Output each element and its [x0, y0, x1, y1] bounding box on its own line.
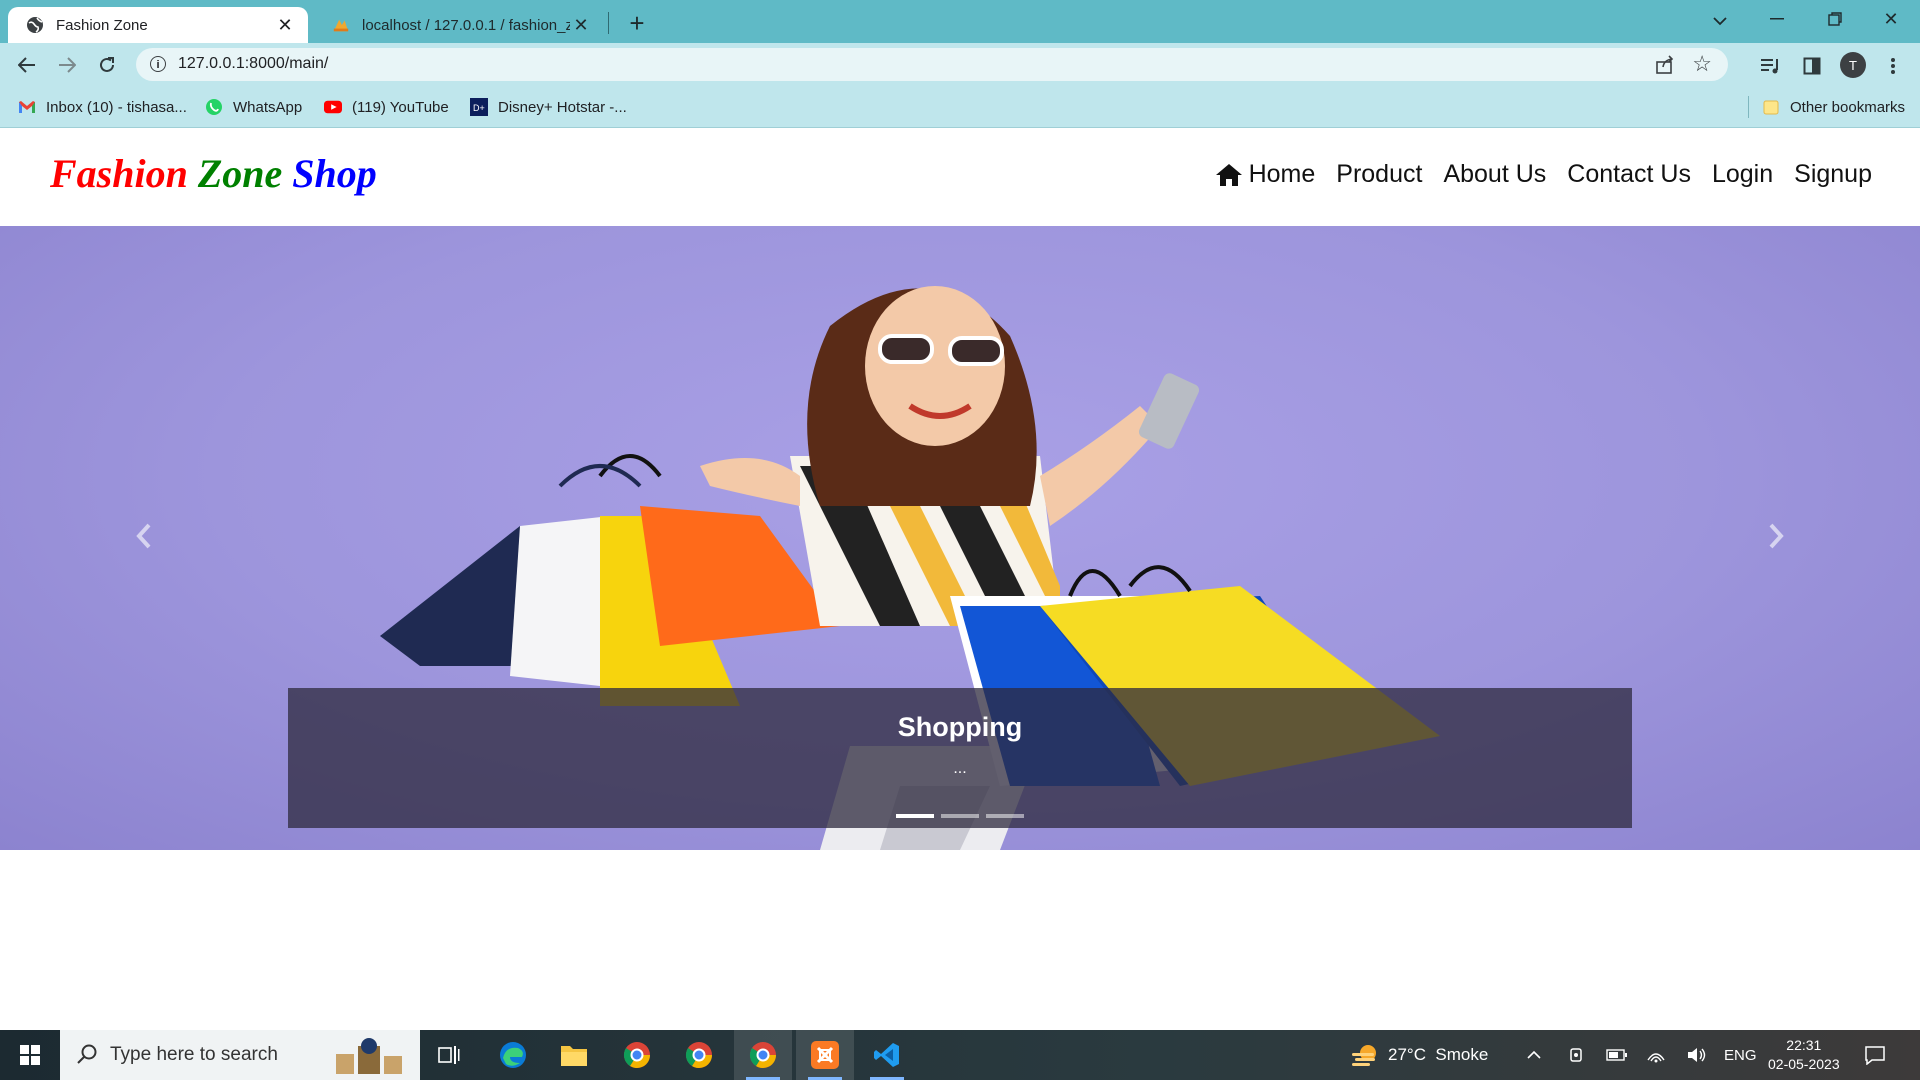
show-hidden-icons-chevron-icon[interactable] — [1526, 1030, 1542, 1080]
carousel-indicator-3[interactable] — [986, 814, 1024, 818]
windows-start-icon[interactable] — [0, 1030, 60, 1080]
address-bar[interactable]: i 127.0.0.1:8000/main/ ☆ — [136, 48, 1728, 81]
browser-tab-bar: Fashion Zone ✕ localhost / 127.0.0.1 / f… — [0, 0, 1920, 43]
weather-widget[interactable]: 27°C Smoke — [1350, 1030, 1488, 1080]
chrome-profile-1-icon[interactable] — [608, 1030, 666, 1080]
bookmark-youtube[interactable]: (119) YouTube — [324, 95, 449, 119]
volume-icon[interactable] — [1686, 1030, 1708, 1080]
caption-text: ... — [953, 760, 967, 777]
battery-icon[interactable] — [1606, 1030, 1628, 1080]
nav-product[interactable]: Product — [1336, 160, 1422, 189]
weather-text: 27°C Smoke — [1388, 1045, 1489, 1064]
restore-icon[interactable] — [1806, 0, 1864, 38]
bookmark-hotstar[interactable]: D+ Disney+ Hotstar -... — [470, 95, 627, 119]
folder-icon — [1762, 98, 1780, 116]
vscode-icon[interactable] — [858, 1030, 916, 1080]
clock-time: 22:31 — [1786, 1037, 1822, 1053]
share-icon[interactable] — [1654, 54, 1676, 76]
caption-title: Shopping — [897, 712, 1023, 742]
site-info-icon[interactable]: i — [150, 56, 166, 72]
minimize-icon[interactable] — [1748, 0, 1806, 38]
forward-arrow-icon[interactable] — [52, 50, 82, 80]
bookmark-whatsapp[interactable]: WhatsApp — [205, 95, 302, 119]
task-view-icon[interactable] — [420, 1030, 478, 1080]
nav-signup[interactable]: Signup — [1794, 160, 1872, 189]
whatsapp-icon — [205, 98, 223, 116]
language-indicator[interactable]: ENG — [1724, 1030, 1757, 1080]
windows-taskbar: Type here to search 27°C Smoke ENG 22:31… — [0, 1030, 1920, 1080]
nav-about-us[interactable]: About Us — [1443, 160, 1546, 189]
bookmark-gmail[interactable]: Inbox (10) - tishasa... — [18, 95, 187, 119]
gmail-icon — [18, 98, 36, 116]
tab-fashion-zone[interactable]: Fashion Zone ✕ — [8, 7, 308, 43]
meet-now-icon[interactable] — [1568, 1030, 1586, 1080]
close-window-icon[interactable]: ✕ — [1862, 0, 1920, 38]
browser-toolbar: i 127.0.0.1:8000/main/ ☆ T — [0, 43, 1920, 86]
weather-smoke-icon — [1350, 1043, 1380, 1067]
youtube-icon — [324, 98, 342, 116]
carousel-prev-chevron-icon[interactable] — [124, 516, 164, 556]
tab-phpmyadmin[interactable]: localhost / 127.0.0.1 / fashion_zo ✕ — [314, 7, 604, 43]
new-tab-button[interactable]: + — [622, 8, 652, 38]
side-panel-icon[interactable] — [1799, 53, 1825, 79]
search-highlight-icon — [328, 1036, 408, 1081]
url-text: 127.0.0.1:8000/main/ — [178, 55, 329, 72]
tab-title: localhost / 127.0.0.1 / fashion_zo — [362, 16, 570, 34]
home-icon — [1215, 163, 1243, 187]
main-nav: Home Product About Us Contact Us Login S… — [1194, 160, 1872, 189]
xampp-icon[interactable] — [796, 1030, 854, 1080]
nav-contact-us[interactable]: Contact Us — [1567, 160, 1691, 189]
search-icon — [76, 1043, 98, 1070]
nav-login[interactable]: Login — [1712, 160, 1773, 189]
chrome-active-icon[interactable] — [734, 1030, 792, 1080]
kebab-menu-icon[interactable] — [1880, 53, 1906, 79]
nav-home[interactable]: Home — [1215, 160, 1315, 189]
site-logo[interactable]: Fashion Zone Shop — [50, 150, 377, 197]
taskbar-search-input[interactable]: Type here to search — [60, 1030, 420, 1080]
carousel-indicator-1[interactable] — [896, 814, 934, 818]
carousel-indicator-2[interactable] — [941, 814, 979, 818]
other-bookmarks-folder[interactable]: Other bookmarks — [1762, 95, 1905, 119]
web-page: Fashion Zone Shop Home Product About Us … — [0, 128, 1920, 1030]
tab-title: Fashion Zone — [56, 16, 148, 34]
edge-browser-icon[interactable] — [484, 1030, 542, 1080]
close-tab-icon[interactable]: ✕ — [274, 14, 296, 36]
tab-separator — [608, 12, 609, 34]
carousel-next-chevron-icon[interactable] — [1756, 516, 1796, 556]
hero-carousel: Shopping ... — [0, 226, 1920, 850]
search-placeholder: Type here to search — [110, 1044, 278, 1065]
globe-icon — [26, 16, 44, 34]
back-arrow-icon[interactable] — [12, 50, 42, 80]
close-tab-icon[interactable]: ✕ — [570, 14, 592, 36]
bookmarks-separator — [1748, 96, 1749, 118]
bookmarks-bar: Inbox (10) - tishasa... WhatsApp (119) Y… — [0, 86, 1920, 128]
reload-icon[interactable] — [92, 50, 122, 80]
wifi-icon[interactable] — [1646, 1030, 1666, 1080]
svg-text:D+: D+ — [473, 103, 485, 113]
carousel-caption: Shopping ... — [288, 688, 1632, 828]
phpmyadmin-icon — [332, 16, 350, 34]
tab-search-chevron-icon[interactable] — [1705, 8, 1735, 34]
profile-avatar[interactable]: T — [1840, 52, 1866, 78]
notifications-icon[interactable] — [1864, 1030, 1886, 1080]
file-explorer-icon[interactable] — [545, 1030, 603, 1080]
clock[interactable]: 22:31 02-05-2023 — [1768, 1030, 1840, 1080]
site-header: Fashion Zone Shop Home Product About Us … — [0, 128, 1920, 226]
bookmark-star-icon[interactable]: ☆ — [1692, 51, 1712, 77]
media-queue-icon[interactable] — [1758, 53, 1784, 79]
chrome-profile-2-icon[interactable] — [670, 1030, 728, 1080]
clock-date: 02-05-2023 — [1768, 1056, 1840, 1072]
hotstar-icon: D+ — [470, 98, 488, 116]
